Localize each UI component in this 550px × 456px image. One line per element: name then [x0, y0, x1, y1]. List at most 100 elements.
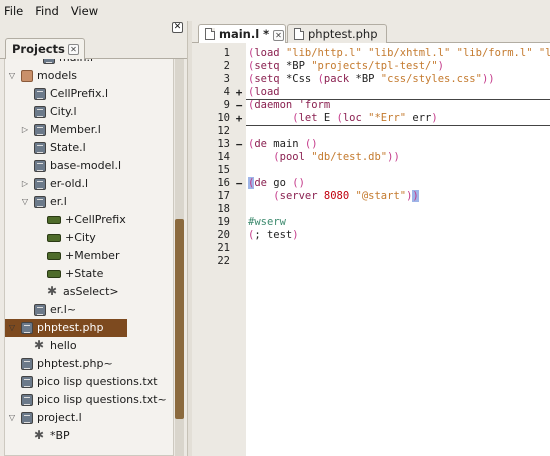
code-line[interactable]: (server 8080 "@start"))	[248, 190, 419, 203]
tree-item[interactable]: ✱ *BP	[5, 427, 173, 445]
tree-item[interactable]: +State	[5, 265, 173, 283]
tree-item-label: phptest.php~	[37, 357, 113, 370]
code-line[interactable]: (setq *BP "projects/tpl-test/")	[248, 60, 444, 73]
expand-arrow-icon[interactable]: ▷	[20, 175, 30, 193]
gear-icon: ✱	[47, 284, 58, 298]
folder-icon	[21, 70, 33, 82]
menu-find[interactable]: Find	[35, 4, 59, 18]
tree-item[interactable]: +CellPrefix	[5, 211, 173, 229]
tree-item[interactable]: City.l	[5, 103, 173, 121]
panel-close-icon[interactable]: ✕	[172, 22, 183, 33]
fold-expand-icon[interactable]: +	[234, 86, 244, 99]
code-line[interactable]: (de go ()	[248, 177, 305, 190]
code-line[interactable]: (load "lib/http.l" "lib/xhtml.l" "lib/fo…	[248, 47, 550, 60]
code-line[interactable]: (daemon 'form	[248, 99, 330, 112]
tree-item[interactable]: ▽ er.l	[5, 193, 173, 211]
menu-file[interactable]: File	[4, 4, 23, 18]
file-icon	[21, 322, 33, 334]
tree-item[interactable]: ▽ phptest.php	[5, 319, 127, 337]
editor-tabbar: main.l * ✕ phptest.php	[192, 21, 550, 44]
tree-item[interactable]: +City	[5, 229, 173, 247]
tree-item[interactable]: State.l	[5, 139, 173, 157]
tree-item-label: er-old.l	[50, 177, 89, 190]
line-number: 3	[223, 73, 230, 85]
tab-main-l-close-icon[interactable]: ✕	[273, 30, 284, 41]
tree-item[interactable]: phptest.php~	[5, 355, 173, 373]
tree-item-label: State.l	[50, 141, 86, 154]
file-icon	[34, 304, 46, 316]
file-icon	[34, 106, 46, 118]
symbol-icon	[47, 234, 61, 242]
fold-collapse-icon[interactable]: −	[234, 138, 244, 151]
tab-main-l-label: main.l *	[219, 27, 270, 41]
code-line[interactable]: (de main ()	[248, 138, 318, 151]
tree-item[interactable]: ✱ hello	[5, 337, 173, 355]
code-line[interactable]: #wserw	[248, 216, 286, 229]
collapse-arrow-icon[interactable]: ▽	[20, 193, 30, 211]
line-number: 21	[217, 242, 230, 254]
tree-item[interactable]: pico lisp questions.txt	[5, 373, 173, 391]
tree-item[interactable]: ✱ asSelect>	[5, 283, 173, 301]
tab-phptest-php-label: phptest.php	[308, 27, 378, 41]
tab-projects[interactable]: Projects ✕	[5, 38, 85, 60]
tree-item[interactable]: ▷ er-old.l	[5, 175, 173, 193]
tree-item[interactable]: CellPrefix.l	[5, 85, 173, 103]
tree-item-label: Member.l	[50, 123, 101, 136]
expand-arrow-icon[interactable]: ▷	[20, 121, 30, 139]
code-line[interactable]: (let E (loc "*Err" err)	[248, 112, 437, 125]
projects-panel: ✕ Projects ✕ main.l ▽ models CellPrefix.l C…	[0, 21, 187, 456]
tree-scrollbar-thumb[interactable]	[175, 219, 184, 419]
line-number: 18	[217, 203, 230, 215]
collapse-arrow-icon[interactable]: ▽	[7, 409, 17, 427]
tab-phptest-php[interactable]: phptest.php	[287, 24, 387, 44]
fold-collapse-icon[interactable]: −	[234, 99, 244, 112]
fold-expand-icon[interactable]: +	[234, 112, 244, 125]
tree-item[interactable]: ▽ models	[5, 67, 173, 85]
menu-view[interactable]: View	[71, 4, 98, 18]
code-line[interactable]: (setq *Css (pack *BP "css/styles.css"))	[248, 73, 495, 86]
tab-projects-close-icon[interactable]: ✕	[68, 44, 79, 55]
menubar: File Find View	[0, 0, 550, 21]
code-line[interactable]: (; test)	[248, 229, 299, 242]
line-number: 20	[217, 229, 230, 241]
tree-item-label: +City	[65, 231, 96, 244]
tree-item[interactable]: er.l~	[5, 301, 173, 319]
tree-item[interactable]: base-model.l	[5, 157, 173, 175]
tree-item-partial[interactable]: main.l	[5, 59, 173, 67]
tab-projects-label: Projects	[12, 42, 65, 56]
line-number: 12	[217, 125, 230, 137]
tree-item-label: pico lisp questions.txt~	[37, 393, 167, 406]
code-editor[interactable]: (load "lib/http.l" "lib/xhtml.l" "lib/fo…	[246, 43, 550, 456]
line-number: 9	[223, 99, 230, 111]
tree-item-label: er.l~	[50, 303, 77, 316]
line-number: 10	[217, 112, 230, 124]
editor-area: main.l * ✕ phptest.php 1 2 3 4 +9−10 +12 13−14…	[192, 21, 550, 456]
file-icon	[34, 196, 46, 208]
tree-item[interactable]: ▽ project.l	[5, 409, 173, 427]
gear-icon: ✱	[34, 338, 45, 352]
fold-collapse-icon[interactable]: −	[234, 177, 244, 190]
code-line[interactable]: (pool "db/test.db"))	[248, 151, 399, 164]
line-number: 22	[217, 255, 230, 267]
tree-item-label: pico lisp questions.txt	[37, 375, 158, 388]
line-number: 14	[217, 151, 230, 163]
line-number: 2	[223, 60, 230, 72]
file-icon	[21, 376, 33, 388]
line-number: 17	[217, 190, 230, 202]
tab-main-l[interactable]: main.l * ✕	[198, 24, 286, 44]
tree-item-label: project.l	[37, 411, 82, 424]
tree-item-label: hello	[50, 339, 77, 352]
tree-item[interactable]: ▷ Member.l	[5, 121, 173, 139]
line-number: 4	[223, 86, 230, 98]
symbol-icon	[47, 270, 61, 278]
collapse-arrow-icon[interactable]: ▽	[7, 67, 17, 85]
symbol-icon	[47, 252, 61, 260]
tree-item[interactable]: +Member	[5, 247, 173, 265]
tree-item-label: +CellPrefix	[65, 213, 126, 226]
code-line[interactable]: (load	[248, 86, 280, 99]
collapse-arrow-icon[interactable]: ▽	[7, 319, 17, 337]
tree-item-label: *BP	[50, 429, 70, 442]
tree-item-label: +State	[65, 267, 104, 280]
project-tree[interactable]: main.l ▽ models CellPrefix.l City.l ▷ Member.…	[4, 59, 174, 456]
tree-item[interactable]: pico lisp questions.txt~	[5, 391, 173, 409]
